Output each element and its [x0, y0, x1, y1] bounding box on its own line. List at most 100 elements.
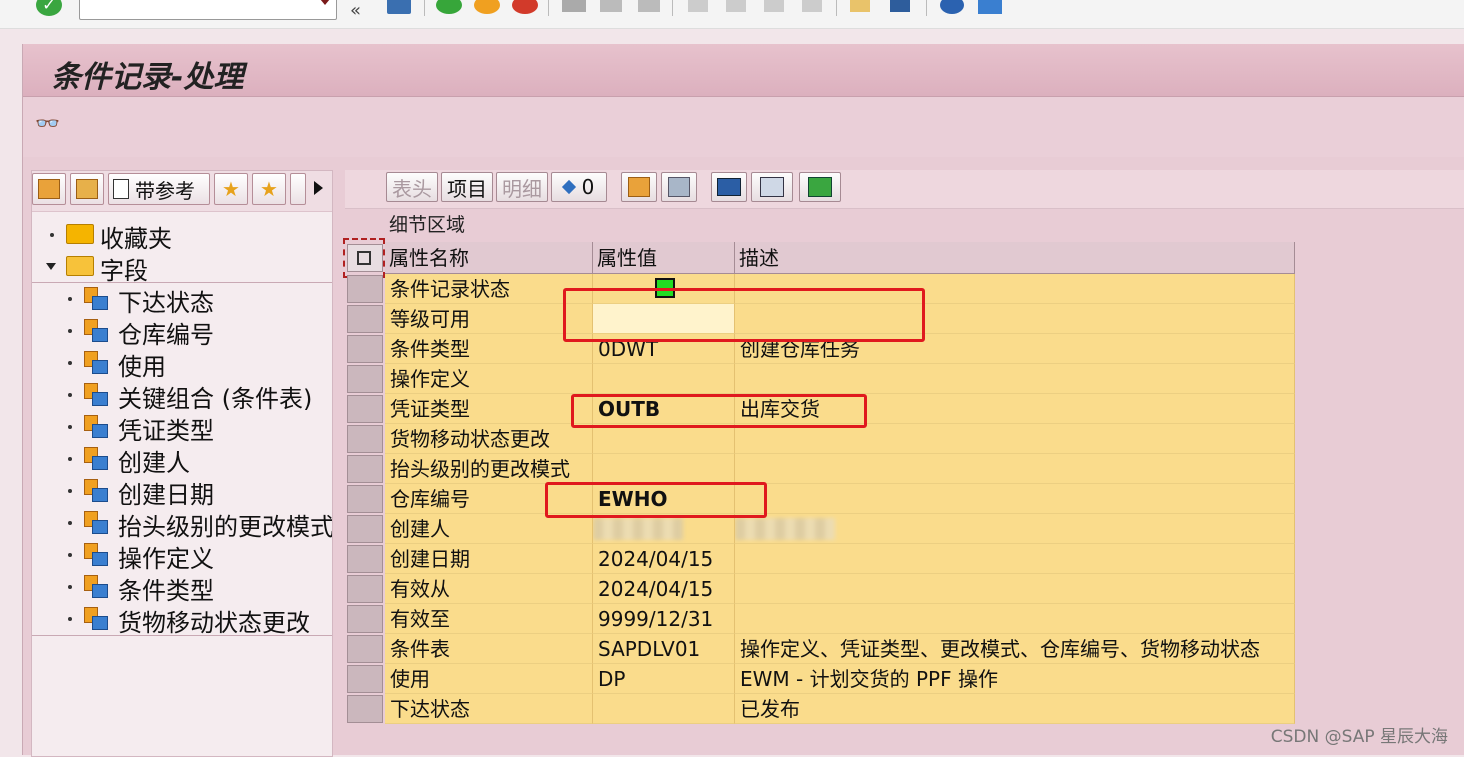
row-selector[interactable]	[347, 335, 383, 363]
application-toolbar: 👓	[23, 97, 1464, 157]
tree-field-label: 仓库编号	[118, 321, 214, 349]
dropdown-arrow-icon[interactable]	[320, 0, 330, 5]
command-field[interactable]	[79, 0, 337, 20]
print-icon[interactable]	[562, 0, 586, 12]
layout-menu-icon[interactable]	[978, 0, 1002, 14]
tree-field-item[interactable]: 创建人	[32, 443, 332, 477]
back-icon[interactable]	[436, 0, 462, 14]
column-header-attribute-value[interactable]: 属性值	[593, 242, 735, 274]
folder-icon	[66, 224, 94, 244]
row-selector[interactable]	[347, 395, 383, 423]
header-button[interactable]: 表头	[386, 172, 438, 202]
shortcut-icon[interactable]	[890, 0, 910, 12]
previous-page-icon[interactable]	[726, 0, 746, 12]
bullet	[68, 329, 72, 333]
field-icon	[84, 511, 108, 535]
field-icon	[84, 575, 108, 599]
add-favorite-icon[interactable]: ★	[214, 173, 248, 205]
attribute-value-cell	[593, 514, 735, 544]
layout-icon[interactable]	[751, 172, 793, 202]
attribute-name-cell: 货物移动状态更改	[385, 424, 593, 454]
tree-field-item[interactable]: 使用	[32, 347, 332, 381]
first-page-icon[interactable]	[688, 0, 708, 12]
field-icon	[84, 287, 108, 311]
scroll-right-icon[interactable]	[314, 181, 323, 195]
tree-field-label: 创建人	[118, 449, 190, 477]
enter-check-icon[interactable]: ✓	[36, 0, 62, 16]
last-page-icon[interactable]	[802, 0, 822, 12]
description-cell	[735, 364, 1295, 394]
tree-field-item[interactable]: 下达状态	[32, 283, 332, 317]
column-header-description[interactable]: 描述	[735, 242, 1295, 274]
exit-icon[interactable]	[474, 0, 500, 14]
title-bar: 条件记录-处理	[23, 44, 1464, 97]
row-selector[interactable]	[347, 365, 383, 393]
description-cell	[735, 544, 1295, 574]
tree-field-item[interactable]: 凭证类型	[32, 411, 332, 445]
description-cell	[735, 574, 1295, 604]
expand-arrow-icon[interactable]	[46, 263, 56, 270]
attribute-name-cell: 抬头级别的更改模式	[385, 454, 593, 484]
table-row: 有效至 9999/12/31	[345, 604, 1295, 634]
tree-node-fields[interactable]: 字段	[32, 251, 332, 285]
move-icon[interactable]	[70, 173, 104, 205]
tree-field-item[interactable]: 货物移动状态更改	[32, 603, 332, 637]
tree-field-item[interactable]: 条件类型	[32, 571, 332, 605]
delete-favorite-icon[interactable]: ★	[252, 173, 286, 205]
field-icon	[84, 479, 108, 503]
display-change-icon[interactable]: 👓	[35, 111, 60, 135]
description-cell	[735, 454, 1295, 484]
copy-icon[interactable]	[621, 172, 657, 202]
tree-field-item[interactable]: 创建日期	[32, 475, 332, 509]
find-icon[interactable]	[600, 0, 622, 12]
row-selector[interactable]	[347, 275, 383, 303]
tree-field-label: 关键组合 (条件表)	[118, 385, 313, 413]
row-selector[interactable]	[347, 515, 383, 543]
counter-button[interactable]: 0	[551, 172, 607, 202]
row-selector[interactable]	[347, 665, 383, 693]
row-selector[interactable]	[347, 635, 383, 663]
toolbar-separator	[926, 0, 927, 16]
double-left-icon[interactable]: «	[350, 0, 361, 21]
attribute-value-cell: 9999/12/31	[593, 604, 735, 634]
find-next-icon[interactable]	[638, 0, 660, 12]
row-selector[interactable]	[347, 305, 383, 333]
row-selector[interactable]	[347, 695, 383, 723]
tree-field-label: 创建日期	[118, 481, 214, 509]
next-page-icon[interactable]	[764, 0, 784, 12]
row-selector[interactable]	[347, 575, 383, 603]
row-selector[interactable]	[347, 425, 383, 453]
row-selector[interactable]	[347, 485, 383, 513]
tree-node-label: 收藏夹	[100, 225, 172, 253]
table-row: 操作定义	[345, 364, 1295, 394]
attribute-value-cell: SAPDLV01	[593, 634, 735, 664]
column-header-attribute-name[interactable]: 属性名称	[385, 242, 593, 274]
tree-field-item[interactable]: 抬头级别的更改模式	[32, 507, 332, 541]
tree-field-item[interactable]: 仓库编号	[32, 315, 332, 349]
bullet	[68, 489, 72, 493]
print-preview-icon[interactable]	[711, 172, 747, 202]
tree-field-item[interactable]: 关键组合 (条件表)	[32, 379, 332, 413]
item-button[interactable]: 项目	[441, 172, 493, 202]
attribute-name-cell: 等级可用	[385, 304, 593, 334]
tree-node-favorites[interactable]: 收藏夹	[32, 219, 332, 253]
new-session-icon[interactable]	[850, 0, 870, 12]
table-row: 仓库编号 EWHO	[345, 484, 1295, 514]
export-icon[interactable]	[799, 172, 841, 202]
with-reference-button[interactable]: 带参考	[108, 173, 210, 205]
row-selector[interactable]	[347, 605, 383, 633]
table-row: 货物移动状态更改	[345, 424, 1295, 454]
tree-field-item[interactable]: 操作定义	[32, 539, 332, 573]
save-icon[interactable]	[387, 0, 411, 14]
help-icon[interactable]	[940, 0, 964, 14]
settings-icon[interactable]	[661, 172, 697, 202]
detail-button[interactable]: 明细	[496, 172, 548, 202]
cancel-icon[interactable]	[512, 0, 538, 14]
create-icon[interactable]	[32, 173, 66, 205]
row-selector[interactable]	[347, 455, 383, 483]
description-cell	[735, 424, 1295, 454]
tree-field-label: 凭证类型	[118, 417, 214, 445]
table-row: 使用 DP EWM - 计划交货的 PPF 操作	[345, 664, 1295, 694]
more-icon[interactable]	[290, 173, 306, 205]
row-selector[interactable]	[347, 545, 383, 573]
